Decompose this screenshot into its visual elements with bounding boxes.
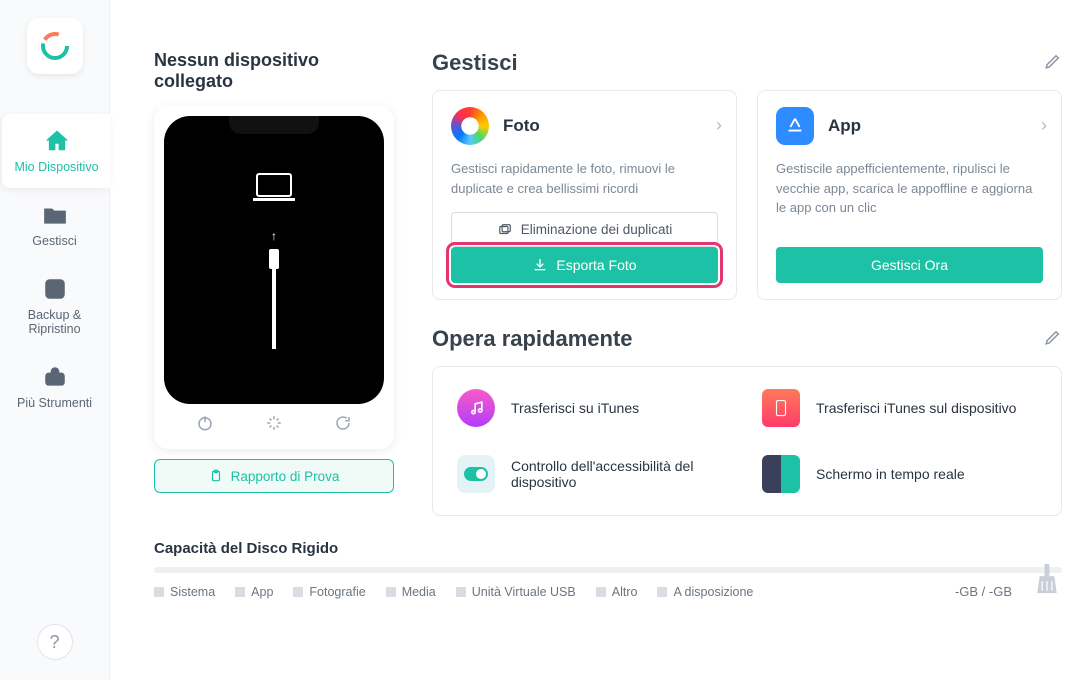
app-card-title: App xyxy=(828,116,861,136)
legend-usb: Unità Virtuale USB xyxy=(456,585,576,599)
refresh-icon xyxy=(6,276,103,302)
edit-icon[interactable] xyxy=(1044,328,1062,351)
phone-illustration: ↑ xyxy=(164,116,384,404)
nav-backup-restore[interactable]: Backup & Ripristino xyxy=(0,262,109,350)
trial-report-label: Rapporto di Prova xyxy=(231,469,340,484)
storage-bar xyxy=(154,567,1062,573)
edit-icon[interactable] xyxy=(1044,52,1062,75)
device-panel: Nessun dispositivo collegato ↑ xyxy=(154,20,394,516)
mirror-screen-icon xyxy=(762,455,800,493)
app-card[interactable]: › App Gestiscile appefficientemente, rip… xyxy=(757,90,1062,300)
help-button[interactable]: ? xyxy=(37,624,73,660)
quick-item-label: Schermo in tempo reale xyxy=(816,466,965,482)
legend-system: Sistema xyxy=(154,585,215,599)
phone-icon xyxy=(762,389,800,427)
storage-legend: Sistema App Fotografie Media Unità Virtu… xyxy=(154,585,1062,599)
chevron-right-icon: › xyxy=(716,115,722,136)
manage-section-title: Gestisci xyxy=(432,50,518,76)
arrow-up-icon: ↑ xyxy=(271,229,277,243)
photos-icon xyxy=(451,107,489,145)
photo-card[interactable]: › Foto Gestisci rapidamente le foto, rim… xyxy=(432,90,737,300)
app-card-desc: Gestiscile appefficientemente, ripulisci… xyxy=(776,159,1043,233)
quick-item-label: Trasferisci iTunes sul dispositivo xyxy=(816,400,1016,416)
export-photos-button[interactable]: Esporta Foto xyxy=(451,247,718,283)
remove-duplicates-button[interactable]: Eliminazione dei duplicati xyxy=(451,212,718,247)
nav-label: Mio Dispositivo xyxy=(14,160,98,174)
legend-media: Media xyxy=(386,585,436,599)
quick-transfer-itunes-to-device[interactable]: Trasferisci iTunes sul dispositivo xyxy=(762,389,1037,427)
quick-actions-card: Trasferisci su iTunes Trasferisci iTunes… xyxy=(432,366,1062,516)
trial-report-button[interactable]: Rapporto di Prova xyxy=(154,459,394,493)
quick-transfer-to-itunes[interactable]: Trasferisci su iTunes xyxy=(457,389,732,427)
home-icon xyxy=(8,128,105,154)
device-title: Nessun dispositivo collegato xyxy=(154,50,394,92)
loading-icon[interactable] xyxy=(265,414,283,437)
main-content: Nessun dispositivo collegato ↑ xyxy=(110,0,1092,680)
legend-other: Altro xyxy=(596,585,638,599)
laptop-icon xyxy=(251,172,297,209)
manage-now-button[interactable]: Gestisci Ora xyxy=(776,247,1043,283)
reload-icon[interactable] xyxy=(334,414,352,437)
content-column: Gestisci › Foto Gestisci rapidamente le … xyxy=(432,20,1062,516)
legend-photos: Fotografie xyxy=(293,585,365,599)
photo-card-title: Foto xyxy=(503,116,540,136)
toolbox-icon xyxy=(6,364,103,390)
nav-label: Più Strumenti xyxy=(17,396,92,410)
photo-card-desc: Gestisci rapidamente le foto, rimuovi le… xyxy=(451,159,718,198)
remove-duplicates-label: Eliminazione dei duplicati xyxy=(521,222,673,237)
nav-manage[interactable]: Gestisci xyxy=(0,188,109,262)
legend-app: App xyxy=(235,585,273,599)
nav-more-tools[interactable]: Più Strumenti xyxy=(0,350,109,424)
app-logo xyxy=(27,18,83,74)
folder-icon xyxy=(6,202,103,228)
manage-now-label: Gestisci Ora xyxy=(871,257,948,273)
storage-section: Capacità del Disco Rigido Sistema App Fo… xyxy=(154,540,1062,599)
chevron-right-icon: › xyxy=(1041,115,1047,136)
export-photos-label: Esporta Foto xyxy=(556,257,636,273)
quick-realtime-screen[interactable]: Schermo in tempo reale xyxy=(762,455,1037,493)
power-icon[interactable] xyxy=(196,414,214,437)
storage-size: -GB / -GB xyxy=(955,584,1012,599)
quick-accessibility-check[interactable]: Controllo dell'accessibilità del disposi… xyxy=(457,455,732,493)
itunes-icon xyxy=(457,389,495,427)
storage-title: Capacità del Disco Rigido xyxy=(154,540,1062,557)
legend-available: A disposizione xyxy=(657,585,753,599)
nav-my-device[interactable]: Mio Dispositivo xyxy=(2,114,111,188)
sidebar: Mio Dispositivo Gestisci Backup & Ripris… xyxy=(0,0,110,680)
quick-item-label: Trasferisci su iTunes xyxy=(511,400,639,416)
clean-icon[interactable] xyxy=(1032,564,1062,603)
phone-card: ↑ xyxy=(154,106,394,449)
quick-section-title: Opera rapidamente xyxy=(432,326,633,352)
quick-item-label: Controllo dell'accessibilità del disposi… xyxy=(511,458,732,490)
nav-label: Gestisci xyxy=(32,234,76,248)
nav-label: Backup & Ripristino xyxy=(28,308,82,336)
appstore-icon xyxy=(776,107,814,145)
toggle-icon xyxy=(457,455,495,493)
